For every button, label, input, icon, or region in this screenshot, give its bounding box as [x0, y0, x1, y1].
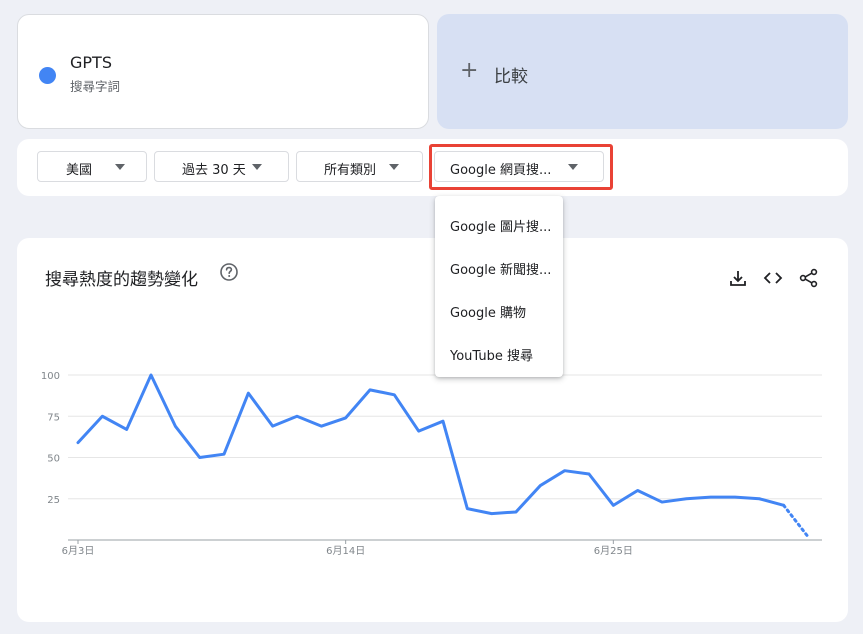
menu-item-youtube-search[interactable]: YouTube 搜尋 — [450, 345, 533, 364]
panel-title: 搜尋熱度的趨勢變化 — [45, 270, 198, 290]
region-filter-label: 美國 — [66, 163, 93, 178]
help-icon[interactable] — [219, 262, 239, 282]
menu-item-news-search[interactable]: Google 新聞搜... — [450, 259, 551, 278]
search-property-label: Google 網頁搜... — [450, 163, 552, 178]
add-comparison-button[interactable]: + 比較 — [437, 14, 848, 129]
download-icon[interactable] — [727, 267, 749, 289]
caret-down-icon — [252, 164, 262, 170]
time-range-label: 過去 30 天 — [182, 163, 246, 178]
caret-down-icon — [389, 164, 399, 170]
interest-over-time-panel: 搜尋熱度的趨勢變化 — [17, 238, 848, 622]
region-filter-dropdown[interactable]: 美國 — [37, 151, 147, 182]
search-property-dropdown[interactable]: Google 網頁搜... — [434, 151, 604, 182]
search-term-card[interactable]: GPTS 搜尋字詞 — [17, 14, 429, 129]
menu-item-image-search[interactable]: Google 圖片搜... — [450, 216, 551, 235]
search-property-menu: Google 圖片搜... Google 新聞搜... Google 購物 Yo… — [435, 196, 563, 377]
category-label: 所有類別 — [324, 163, 377, 178]
menu-item-shopping[interactable]: Google 購物 — [450, 302, 526, 321]
time-range-dropdown[interactable]: 過去 30 天 — [154, 151, 289, 182]
caret-down-icon — [568, 164, 578, 170]
series-color-dot — [39, 67, 56, 84]
search-term-type: 搜尋字詞 — [70, 79, 121, 94]
caret-down-icon — [115, 164, 125, 170]
category-dropdown[interactable]: 所有類別 — [296, 151, 423, 182]
filter-bar: 美國 過去 30 天 所有類別 Google 網頁搜... — [17, 139, 848, 196]
search-term-name[interactable]: GPTS — [70, 53, 112, 72]
plus-icon: + — [460, 58, 479, 83]
compare-label: 比較 — [494, 67, 528, 87]
share-icon[interactable] — [798, 267, 820, 289]
embed-code-icon[interactable] — [762, 267, 784, 289]
